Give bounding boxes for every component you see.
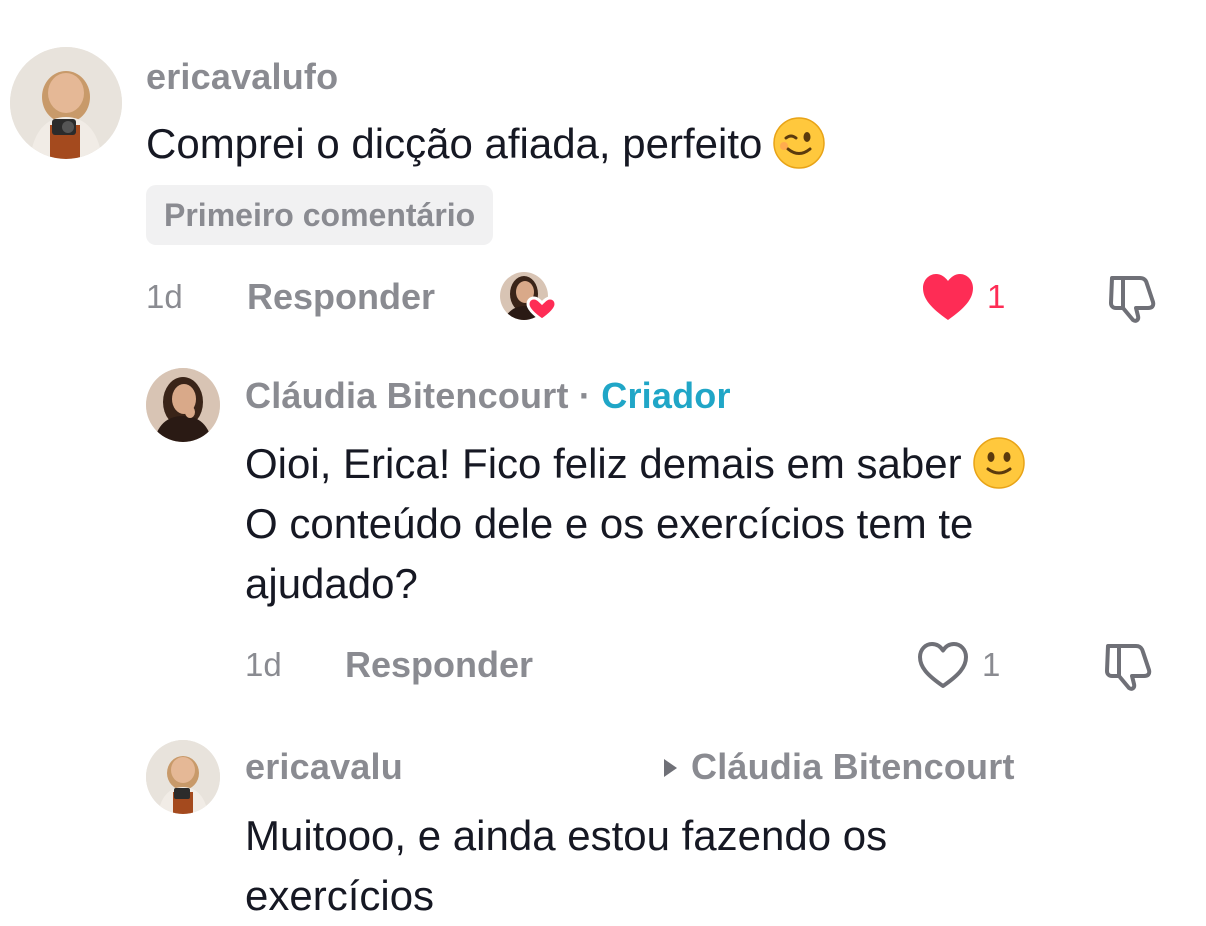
reply-button[interactable]: Responder (247, 276, 435, 318)
comment-text: Comprei o dicção afiada, perfeito (146, 114, 826, 174)
reply-button[interactable]: Responder (345, 644, 533, 686)
avatar[interactable] (146, 740, 220, 814)
winking-face-emoji-icon (772, 116, 826, 170)
dislike-icon[interactable] (1104, 272, 1160, 324)
comment-text: Oioi, Erica! Fico feliz demais em saber … (245, 434, 1145, 614)
creator-liked-avatar-icon (498, 270, 558, 326)
creator-label: Criador (601, 375, 731, 416)
like-count: 1 (987, 278, 1006, 315)
like-count: 1 (982, 646, 1001, 683)
reply-to-username: Cláudia Bitencourt (691, 746, 1015, 787)
reply-to-label[interactable]: Cláudia Bitencourt (664, 746, 1015, 788)
username-separator: · (578, 375, 592, 416)
avatar[interactable] (10, 47, 122, 159)
comment-time: 1d (146, 278, 183, 315)
redacted-area (352, 52, 582, 102)
comment-username[interactable]: ericavalu (245, 746, 403, 788)
comment-text: Muitooo, e ainda estou fazendo os exercí… (245, 812, 888, 919)
first-comment-badge: Primeiro comentário (146, 185, 494, 245)
comment-username[interactable]: Cláudia Bitencourt (245, 375, 569, 416)
comment-username-line: Cláudia Bitencourt · Criador (245, 375, 731, 417)
comment-text-rest: O conteúdo dele e os exercícios tem te a… (245, 500, 974, 607)
comment-text-line1: Oioi, Erica! Fico feliz demais em saber (245, 440, 962, 487)
comment-username[interactable]: ericavalufo (146, 56, 338, 98)
slightly-smiling-face-emoji-icon (972, 436, 1026, 490)
comment-time: 1d (245, 646, 282, 683)
dislike-icon[interactable] (1100, 640, 1156, 692)
reply-arrow-icon (664, 759, 677, 777)
redacted-area (412, 742, 642, 792)
heart-filled-icon[interactable] (921, 272, 975, 322)
heart-outline-icon[interactable] (916, 640, 970, 690)
avatar[interactable] (146, 368, 220, 442)
comment-text-content: Comprei o dicção afiada, perfeito (146, 120, 763, 167)
